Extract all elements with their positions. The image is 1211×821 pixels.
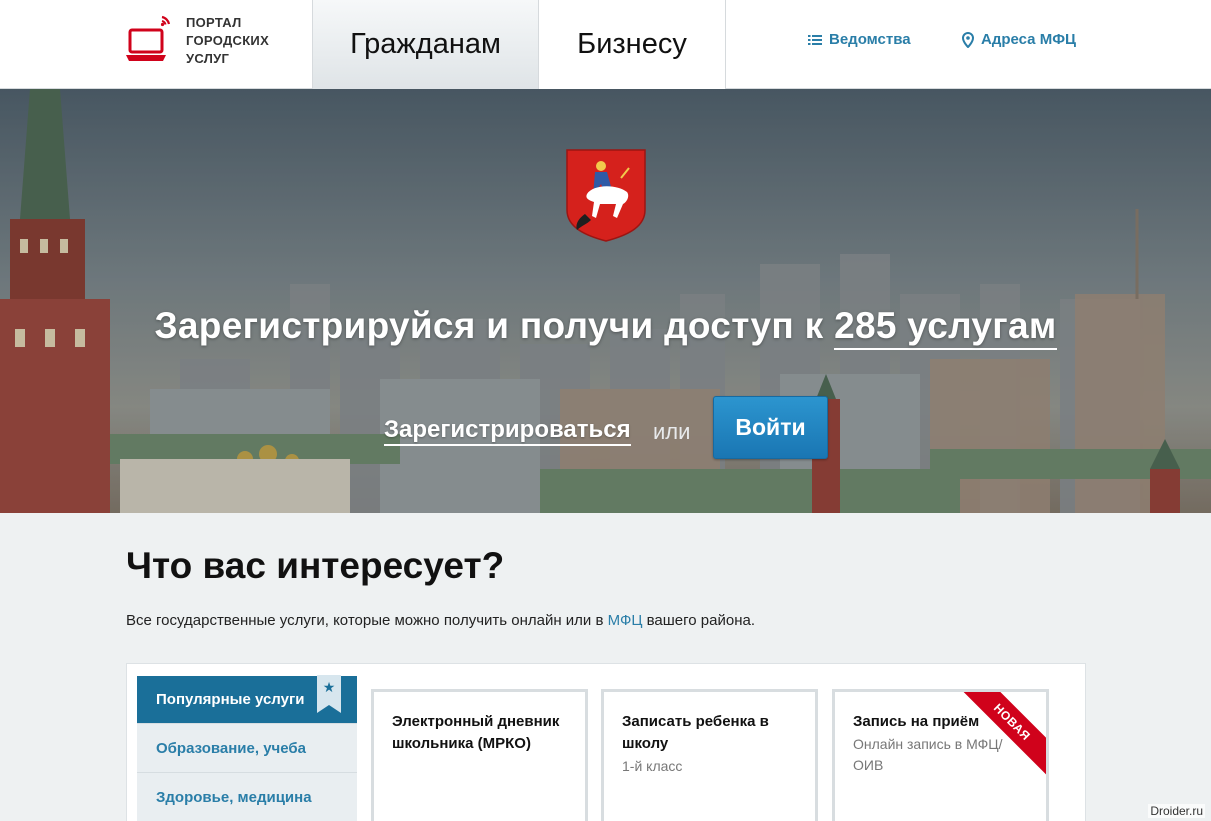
- desc-text-before: Все государственные услуги, которые можн…: [126, 612, 604, 629]
- star-badge: ★: [317, 675, 341, 713]
- service-card-appointment[interactable]: Запись на приём Онлайн запись в МФЦ/ ОИВ…: [832, 689, 1049, 821]
- login-button[interactable]: Войти: [713, 396, 828, 459]
- sidebar-item-label: Популярные услуги: [156, 691, 305, 708]
- desc-text-after: вашего района.: [646, 612, 755, 629]
- service-card-e-diary[interactable]: Электронный дневник школьника (МРКО): [371, 689, 588, 821]
- logo-line: ГОРОДСКИХ: [186, 33, 270, 48]
- logo-line: УСЛУГ: [186, 51, 230, 66]
- tab-citizens[interactable]: Гражданам: [312, 0, 539, 89]
- service-card-school-enrollment[interactable]: Записать ребенка в школу 1-й класс: [601, 689, 818, 821]
- mfc-link[interactable]: МФЦ: [608, 612, 643, 629]
- sidebar-item-health[interactable]: Здоровье, медицина: [137, 773, 357, 821]
- mfc-addresses-link[interactable]: Адреса МФЦ: [962, 31, 1076, 48]
- register-link[interactable]: Зарегистрироваться: [384, 416, 631, 446]
- watermark: Droider.ru: [1148, 804, 1205, 818]
- portal-logo[interactable]: ПОРТАЛ ГОРОДСКИХ УСЛУГ: [126, 14, 269, 68]
- section-title: Что вас интересует?: [126, 545, 505, 586]
- sidebar-item-label: Образование, учеба: [156, 739, 306, 757]
- site-header: ПОРТАЛ ГОРОДСКИХ УСЛУГ Гражданам Бизнесу…: [0, 0, 1211, 89]
- category-sidebar: Популярные услуги ★ Образование, учеба З…: [137, 675, 357, 821]
- star-icon: ★: [322, 679, 336, 695]
- hero-banner: Зарегистрируйся и получи доступ к 285 ус…: [0, 89, 1211, 513]
- sidebar-item-popular[interactable]: Популярные услуги ★: [137, 675, 357, 724]
- tab-business[interactable]: Бизнесу: [539, 0, 726, 89]
- logo-line: ПОРТАЛ: [186, 15, 242, 30]
- card-title: Электронный дневник школьника (МРКО): [392, 713, 560, 752]
- section-description: Все государственные услуги, которые можн…: [126, 612, 755, 629]
- map-pin-icon: [962, 31, 974, 48]
- hero-title-prefix: Зарегистрируйся и получи доступ к: [154, 305, 824, 346]
- card-subtitle: 1-й класс: [622, 758, 683, 774]
- departments-link[interactable]: Ведомства: [808, 31, 911, 48]
- sidebar-item-education[interactable]: Образование, учеба: [137, 724, 357, 773]
- logo-text: ПОРТАЛ ГОРОДСКИХ УСЛУГ: [186, 14, 269, 68]
- departments-label: Ведомства: [829, 31, 911, 48]
- card-subtitle: Онлайн запись в МФЦ/ ОИВ: [853, 736, 1003, 773]
- moscow-coat-of-arms-icon: [565, 148, 647, 243]
- mfc-addresses-label: Адреса МФЦ: [981, 31, 1076, 48]
- services-panel: Популярные услуги ★ Образование, учеба З…: [126, 663, 1086, 821]
- or-text: или: [653, 419, 691, 444]
- card-title: Записать ребенка в школу: [622, 713, 769, 752]
- laptop-logo-icon: [126, 15, 171, 67]
- services-count-link[interactable]: 285 услугам: [834, 305, 1057, 350]
- list-icon: [808, 34, 822, 46]
- sidebar-item-label: Здоровье, медицина: [156, 788, 312, 806]
- hero-title: Зарегистрируйся и получи доступ к 285 ус…: [0, 305, 1211, 350]
